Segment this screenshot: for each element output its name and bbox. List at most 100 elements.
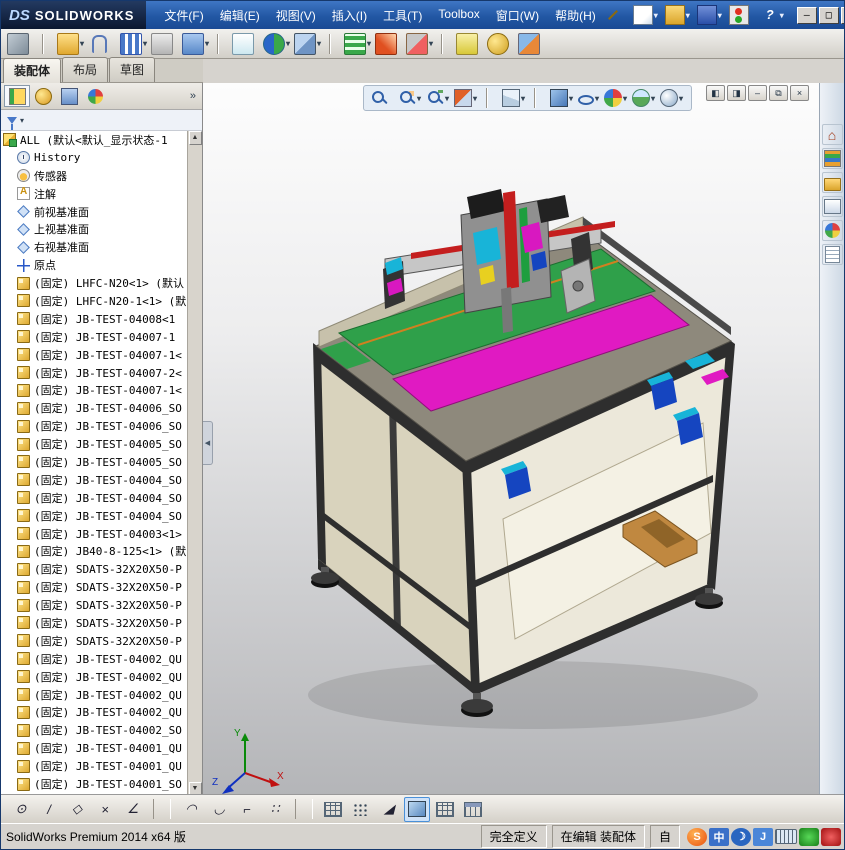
- hud-button[interactable]: ▾: [502, 89, 527, 107]
- tree-item[interactable]: (固定) JB-TEST-04002_QU: [1, 668, 188, 686]
- taskpane-button[interactable]: [821, 220, 843, 241]
- quick-button[interactable]: ▾: [664, 4, 693, 26]
- maximize-button[interactable]: □: [818, 6, 839, 24]
- toolbar-button[interactable]: [456, 32, 485, 55]
- toolbar-button[interactable]: ▾: [57, 32, 86, 55]
- taskpane-button[interactable]: [821, 148, 843, 169]
- sketch-tool-button[interactable]: ⌐: [234, 797, 260, 822]
- hud-button[interactable]: ▾: [550, 89, 575, 107]
- panel-tab-button[interactable]: [82, 85, 108, 107]
- hud-button[interactable]: ▾: [426, 89, 451, 107]
- panel-collapse-handle[interactable]: ◀: [203, 421, 213, 465]
- toolbar-button[interactable]: [213, 33, 230, 54]
- toolbar-button[interactable]: [7, 32, 36, 55]
- taskpane-button[interactable]: [821, 196, 843, 217]
- menu-item[interactable]: 工具(T): [375, 3, 430, 28]
- tree-item[interactable]: (固定) LHFC-N20<1> (默认: [1, 274, 188, 292]
- quick-button[interactable]: ▾: [696, 4, 725, 26]
- menu-item[interactable]: 文件(F): [156, 3, 211, 28]
- toolbar-button[interactable]: [437, 33, 454, 54]
- tree-item[interactable]: (固定) JB-TEST-04002_QU: [1, 704, 188, 722]
- sketch-tool-button[interactable]: [404, 796, 430, 822]
- tree-item[interactable]: (固定) SDATS-32X20X50-P: [1, 578, 188, 596]
- sketch-tool-button[interactable]: ◠: [178, 797, 204, 822]
- tree-item[interactable]: (固定) JB-TEST-04006_SO: [1, 399, 188, 417]
- hud-button[interactable]: ▾: [454, 89, 479, 107]
- tree-item[interactable]: (固定) SDATS-32X20X50-P: [1, 632, 188, 650]
- hud-button[interactable]: ▾: [604, 89, 629, 107]
- sketch-tool-button[interactable]: [348, 797, 374, 822]
- taskpane-button[interactable]: ⌂: [821, 124, 843, 145]
- panel-tab-button[interactable]: [30, 85, 56, 107]
- toolbar-button[interactable]: [325, 33, 342, 54]
- tree-item[interactable]: (固定) JB-TEST-04006_SO: [1, 417, 188, 435]
- moon-icon[interactable]: ☽: [731, 827, 751, 846]
- toolbar-button[interactable]: [487, 32, 516, 55]
- tree-root-item[interactable]: ALL (默认<默认_显示状态-1: [1, 131, 188, 149]
- hud-button[interactable]: ▾: [398, 89, 423, 107]
- menu-item[interactable]: 视图(V): [268, 3, 324, 28]
- sketch-tool-button[interactable]: ⊙: [8, 797, 34, 822]
- tree-filter-row[interactable]: ▾: [1, 110, 202, 131]
- tree-item[interactable]: (固定) JB-TEST-04004_SO: [1, 471, 188, 489]
- hud-button[interactable]: ▾: [632, 89, 657, 107]
- toolbar-button[interactable]: ▾: [294, 32, 323, 55]
- menu-item[interactable]: 窗口(W): [488, 3, 547, 28]
- sketch-tool-button[interactable]: ∷: [262, 797, 288, 822]
- tab[interactable]: 布局: [62, 57, 109, 82]
- sketch-tool-button[interactable]: ×: [92, 797, 118, 822]
- tree-item[interactable]: (固定) SDATS-32X20X50-P: [1, 560, 188, 578]
- hud-button[interactable]: [482, 88, 499, 108]
- tree-item[interactable]: (固定) JB-TEST-04001_QU: [1, 739, 188, 757]
- toolbar-button[interactable]: [151, 32, 180, 55]
- tree-item[interactable]: (固定) JB-TEST-04008<1: [1, 310, 188, 328]
- quick-button[interactable]: ▾: [632, 4, 661, 26]
- tree-item[interactable]: (固定) JB-TEST-04007-2<: [1, 364, 188, 382]
- panel-tab-button[interactable]: [4, 85, 30, 107]
- toolbar-button[interactable]: ▾: [406, 32, 435, 55]
- sketch-tool-button[interactable]: ◡: [206, 797, 232, 822]
- toolbar-button[interactable]: [38, 33, 55, 54]
- red-status-icon[interactable]: [821, 827, 841, 846]
- tree-item[interactable]: (固定) JB-TEST-04007-1<: [1, 346, 188, 364]
- toolbar-button[interactable]: ▾: [263, 32, 292, 55]
- toolbar-button[interactable]: ▾: [182, 32, 211, 55]
- taskpane-button[interactable]: [821, 172, 843, 193]
- hud-button[interactable]: [530, 88, 547, 108]
- quick-button[interactable]: [728, 4, 757, 26]
- tree-item[interactable]: 右视基准面: [1, 238, 188, 256]
- tree-item[interactable]: (固定) JB-TEST-04005_SO: [1, 453, 188, 471]
- menu-item[interactable]: Toolbox: [430, 3, 487, 28]
- close-button[interactable]: ×: [840, 6, 844, 24]
- tree-item[interactable]: (固定) JB-TEST-04001_SO: [1, 775, 188, 793]
- tree-item[interactable]: (固定) JB-TEST-04002_SO: [1, 721, 188, 739]
- tree-item[interactable]: (固定) JB-TEST-04005_SO: [1, 435, 188, 453]
- toolbar-button[interactable]: [518, 32, 547, 55]
- tree-item[interactable]: (固定) LHFC-N20-1<1> (默: [1, 292, 188, 310]
- toolbar-button[interactable]: [375, 32, 404, 55]
- sketch-tool-button[interactable]: [320, 797, 346, 822]
- toolbar-button[interactable]: ▾: [344, 32, 373, 55]
- toolbar-button[interactable]: [88, 34, 118, 53]
- tree-item[interactable]: 上视基准面: [1, 220, 188, 238]
- panel-overflow-chevron[interactable]: »: [190, 90, 199, 102]
- tree-scrollbar[interactable]: ▲ ▼: [187, 131, 202, 796]
- tab[interactable]: 草图: [109, 57, 156, 82]
- handwriting-icon[interactable]: J: [753, 827, 773, 846]
- tree-item[interactable]: 前视基准面: [1, 203, 188, 221]
- scroll-up-button[interactable]: ▲: [188, 131, 202, 145]
- tree-item[interactable]: History: [1, 149, 188, 167]
- custom-status[interactable]: 自: [649, 825, 680, 848]
- tree-item[interactable]: (固定) SDATS-32X20X50-P: [1, 596, 188, 614]
- tab[interactable]: 装配体: [3, 58, 62, 83]
- tree-item[interactable]: (固定) JB-TEST-04004_SO: [1, 489, 188, 507]
- sketch-tool-button[interactable]: /: [36, 797, 62, 822]
- tree-item[interactable]: (固定) JB-TEST-04002_QU: [1, 650, 188, 668]
- sketch-tool-button[interactable]: [148, 797, 176, 822]
- pin-icon[interactable]: [607, 10, 618, 20]
- sketch-tool-button[interactable]: [460, 797, 486, 822]
- tree-item[interactable]: 注解: [1, 185, 188, 203]
- quick-button[interactable]: ▾: [760, 5, 787, 25]
- tree-item[interactable]: (固定) JB-TEST-04002_QU: [1, 686, 188, 704]
- sketch-tool-button[interactable]: ∠: [120, 797, 146, 822]
